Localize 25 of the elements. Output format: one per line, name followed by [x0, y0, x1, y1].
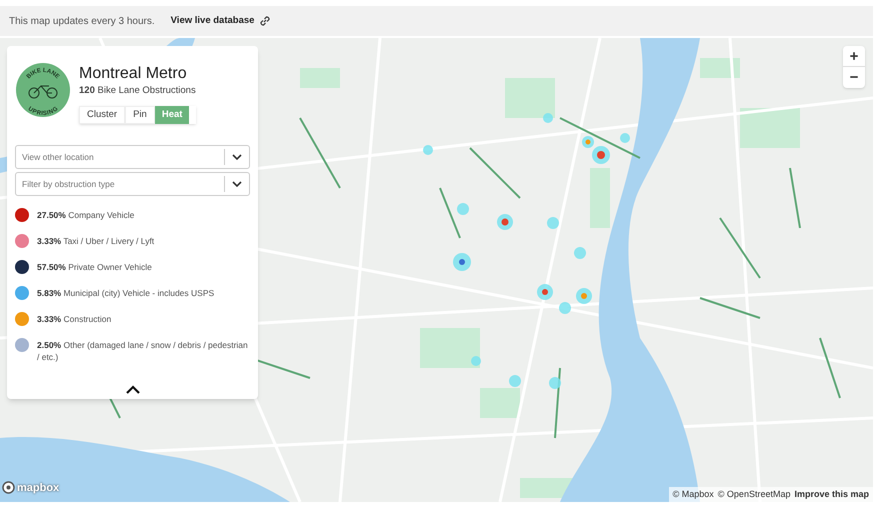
- attribution-link[interactable]: Improve this map: [794, 488, 869, 501]
- panel-title: Montreal Metro: [79, 64, 188, 84]
- legend-label: 2.50% Other (damaged lane / snow / debris / pedestrian / etc.): [37, 339, 249, 364]
- obstruction-count: 120 Bike Lane Obstructions: [79, 84, 196, 98]
- select-field[interactable]: View other location: [15, 145, 250, 170]
- view-database-link[interactable]: View live database: [170, 14, 272, 28]
- view-mode-tab[interactable]: Cluster: [79, 106, 126, 124]
- select-field[interactable]: Filter by obstruction type: [15, 172, 250, 196]
- legend-label: 3.33% Construction: [37, 313, 112, 326]
- view-mode-tab[interactable]: Pin: [125, 106, 155, 124]
- zoom-out-button[interactable]: −: [843, 67, 865, 88]
- mapbox-logo-icon: [2, 481, 15, 494]
- legend-label: 5.83% Municipal (city) Vehicle - includes USPS: [37, 287, 214, 300]
- legend-label: 3.33% Taxi / Uber / Livery / Lyft: [37, 235, 154, 248]
- collapse-chevron-icon[interactable]: [124, 385, 140, 395]
- link-icon: [258, 14, 272, 28]
- mapbox-logo-text: mapbox: [17, 480, 60, 496]
- chevron-down-icon: [232, 181, 242, 188]
- legend-label: 57.50% Private Owner Vehicle: [37, 261, 152, 274]
- zoom-in-button[interactable]: +: [843, 46, 865, 67]
- update-notice: This map updates every 3 hours.: [9, 14, 155, 28]
- chevron-down-icon: [232, 154, 242, 160]
- legend-label: 27.50% Company Vehicle: [37, 209, 134, 222]
- attribution-link[interactable]: © Mapbox: [672, 488, 714, 501]
- attribution-link[interactable]: © OpenStreetMap: [718, 488, 790, 501]
